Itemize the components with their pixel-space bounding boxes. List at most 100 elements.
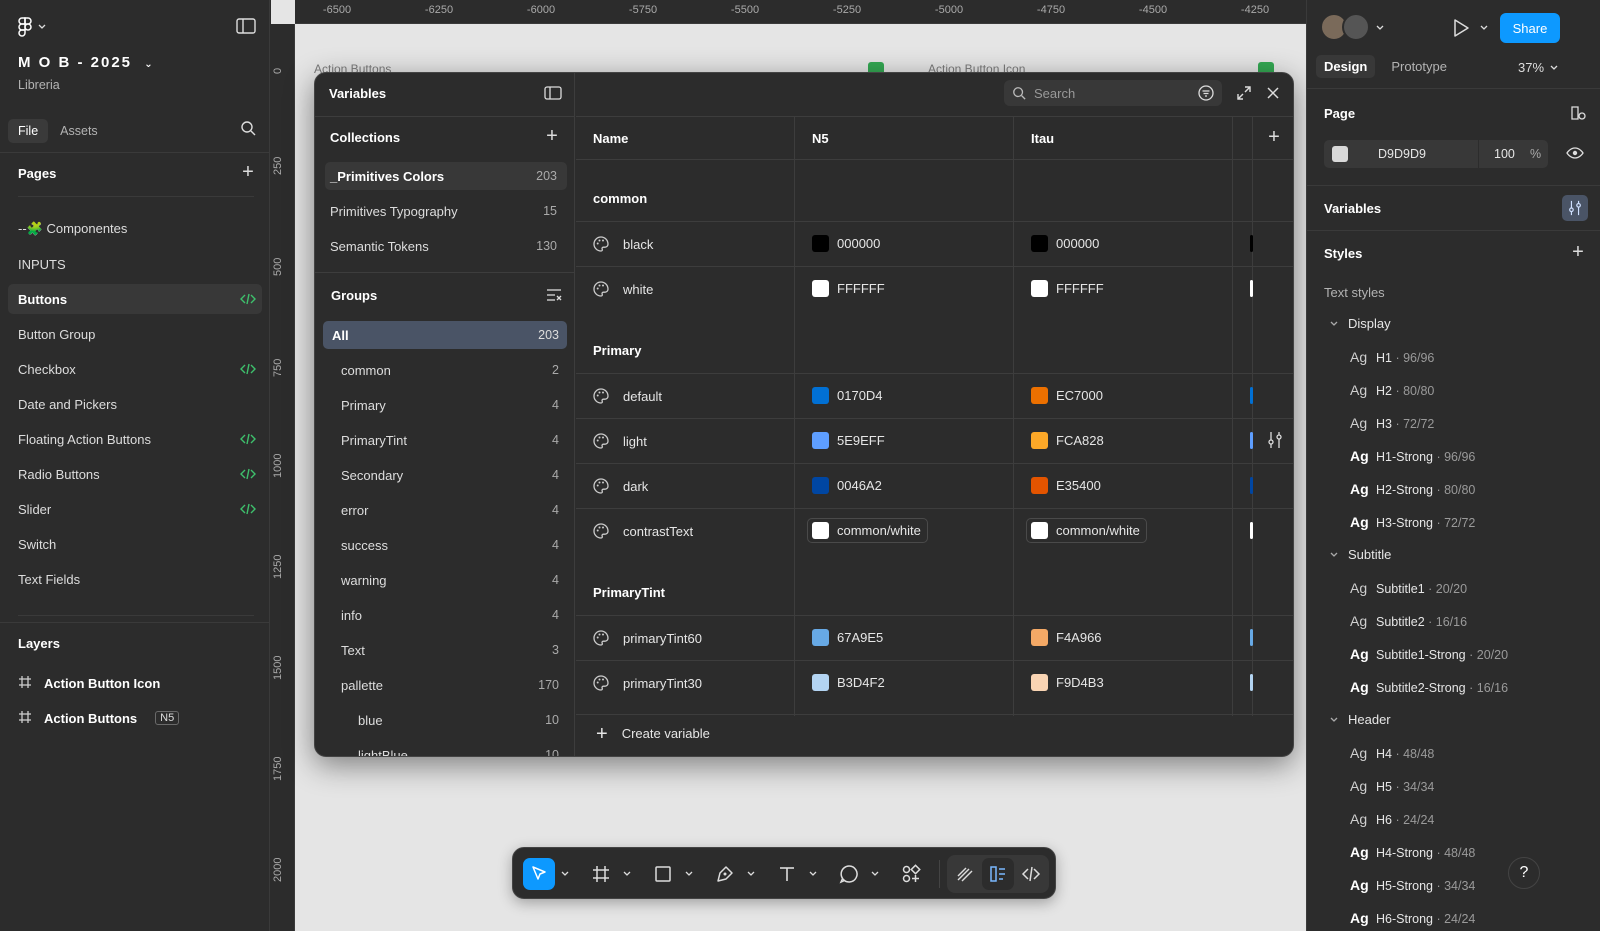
group-item[interactable]: warning 4	[323, 566, 567, 594]
group-item[interactable]: info 4	[323, 601, 567, 629]
chevron-down-icon[interactable]	[747, 870, 755, 878]
group-item[interactable]: error 4	[323, 496, 567, 524]
search-field[interactable]: Search	[1004, 80, 1222, 106]
shape-tool[interactable]	[647, 858, 679, 890]
variable-value-itau[interactable]: F9D4B3	[1031, 674, 1104, 691]
text-style-item[interactable]: Ag H2 · 80/80	[1350, 382, 1434, 398]
group-item[interactable]: Primary 4	[323, 391, 567, 419]
text-style-item[interactable]: Ag H4-Strong · 48/48	[1350, 844, 1475, 860]
text-style-item[interactable]: Ag H6-Strong · 24/24	[1350, 910, 1475, 926]
actions-tool[interactable]	[895, 858, 927, 890]
draw-mode[interactable]	[949, 858, 981, 890]
variable-value-itau[interactable]: FCA828	[1031, 432, 1104, 449]
text-style-item[interactable]: Ag Subtitle1-Strong · 20/20	[1350, 646, 1508, 662]
eye-icon[interactable]	[1566, 146, 1584, 160]
page-item[interactable]: INPUTS	[8, 249, 262, 279]
group-item[interactable]: pallette 170	[323, 671, 567, 699]
page-color-swatch[interactable]	[1332, 146, 1348, 162]
column-name[interactable]: Name	[593, 131, 628, 146]
open-variables-button[interactable]	[1562, 195, 1588, 221]
page-item[interactable]: Text Fields	[8, 564, 262, 594]
expand-icon[interactable]	[1236, 85, 1252, 101]
text-style-item[interactable]: Ag Subtitle2-Strong · 16/16	[1350, 679, 1508, 695]
variable-name[interactable]: white	[623, 282, 653, 297]
text-style-item[interactable]: Ag H1-Strong · 96/96	[1350, 448, 1475, 464]
variable-value-itau[interactable]: 000000	[1031, 235, 1099, 252]
text-style-item[interactable]: Ag H1 · 96/96	[1350, 349, 1434, 365]
variable-value-n5[interactable]: 0170D4	[812, 387, 883, 404]
text-style-item[interactable]: Ag H3-Strong · 72/72	[1350, 514, 1475, 530]
main-menu-button[interactable]	[18, 16, 58, 38]
layer-item[interactable]: Action Button Icon	[18, 670, 160, 696]
close-icon[interactable]	[1266, 86, 1280, 100]
tab-file[interactable]: File	[8, 119, 49, 143]
group-item[interactable]: Secondary 4	[323, 461, 567, 489]
variable-row[interactable]: contrastText common/white common/white	[576, 508, 1293, 553]
text-style-item[interactable]: Ag H6 · 24/24	[1350, 811, 1434, 827]
variable-value-n5[interactable]: 67A9E5	[812, 629, 883, 646]
group-item[interactable]: All 203	[323, 321, 567, 349]
text-style-item[interactable]: Ag H2-Strong · 80/80	[1350, 481, 1475, 497]
chevron-down-icon[interactable]	[809, 870, 817, 878]
column-mode-n5[interactable]: N5	[812, 131, 829, 146]
variable-name[interactable]: dark	[623, 479, 648, 494]
comment-tool[interactable]	[833, 858, 865, 890]
dev-mode[interactable]	[1015, 858, 1047, 890]
variable-name[interactable]: default	[623, 389, 662, 404]
group-item[interactable]: success 4	[323, 531, 567, 559]
page-settings-icon[interactable]	[1570, 105, 1586, 121]
variable-value-n5[interactable]: FFFFFF	[812, 280, 885, 297]
style-group[interactable]: Header	[1330, 712, 1391, 727]
variable-row[interactable]: dark 0046A2 E35400	[576, 463, 1293, 508]
collection-item[interactable]: Semantic Tokens 130	[325, 232, 567, 260]
variable-row[interactable]: primaryTint30 B3D4F2 F9D4B3	[576, 660, 1293, 705]
chevron-down-icon[interactable]	[561, 870, 569, 878]
layer-item[interactable]: Action Buttons N5	[18, 705, 180, 731]
group-item[interactable]: Text 3	[323, 636, 567, 664]
add-page-icon[interactable]: +	[240, 162, 256, 182]
page-item[interactable]: Floating Action Buttons	[8, 424, 262, 454]
tab-prototype[interactable]: Prototype	[1383, 55, 1455, 78]
add-collection-icon[interactable]: +	[544, 126, 560, 146]
page-item[interactable]: Switch	[8, 529, 262, 559]
page-item[interactable]: Slider	[8, 494, 262, 524]
variable-row[interactable]: white FFFFFF FFFFFF	[576, 266, 1293, 311]
variable-row[interactable]: black 000000 000000	[576, 221, 1293, 266]
variable-name[interactable]: light	[623, 434, 647, 449]
variable-name[interactable]: primaryTint30	[623, 676, 702, 691]
search-input[interactable]: Search	[1034, 86, 1075, 101]
variable-value-itau[interactable]: EC7000	[1031, 387, 1103, 404]
variable-value-itau[interactable]: E35400	[1031, 477, 1101, 494]
variable-row[interactable]: light 5E9EFF FCA828	[576, 418, 1293, 463]
variable-row[interactable]: default 0170D4 EC7000	[576, 373, 1293, 418]
help-button[interactable]: ?	[1508, 857, 1540, 889]
text-tool[interactable]	[771, 858, 803, 890]
filter-icon[interactable]	[1198, 85, 1214, 101]
text-style-item[interactable]: Ag H5-Strong · 34/34	[1350, 877, 1475, 893]
variable-value-n5[interactable]: 000000	[812, 235, 880, 252]
chevron-down-icon[interactable]	[685, 870, 693, 878]
page-color-value[interactable]: D9D9D9	[1378, 147, 1426, 161]
move-tool[interactable]	[523, 858, 555, 890]
variable-row[interactable]: primaryTint60 67A9E5 F4A966	[576, 615, 1293, 660]
search-icon[interactable]	[240, 120, 256, 136]
variable-value-itau[interactable]: FFFFFF	[1031, 280, 1104, 297]
variable-name[interactable]: black	[623, 237, 653, 252]
pen-tool[interactable]	[709, 858, 741, 890]
create-variable-button[interactable]: + Create variable	[596, 724, 710, 744]
sidebar-toggle-icon[interactable]	[544, 86, 562, 100]
group-item[interactable]: common 2	[323, 356, 567, 384]
collection-item[interactable]: Primitives Typography 15	[325, 197, 567, 225]
variable-value-itau[interactable]: F4A966	[1031, 629, 1102, 646]
text-style-item[interactable]: Ag Subtitle2 · 16/16	[1350, 613, 1467, 629]
group-item[interactable]: lightBlue 10	[323, 741, 567, 757]
page-item[interactable]: Checkbox	[8, 354, 262, 384]
text-style-item[interactable]: Ag Subtitle1 · 20/20	[1350, 580, 1467, 596]
variable-value-itau[interactable]: common/white	[1026, 518, 1147, 543]
column-mode-itau[interactable]: Itau	[1031, 131, 1054, 146]
add-mode-icon[interactable]: +	[1266, 127, 1282, 147]
chevron-down-icon[interactable]	[623, 870, 631, 878]
collection-item[interactable]: _Primitives Colors 203	[325, 162, 567, 190]
chevron-down-icon[interactable]	[871, 870, 879, 878]
variable-name[interactable]: primaryTint60	[623, 631, 702, 646]
